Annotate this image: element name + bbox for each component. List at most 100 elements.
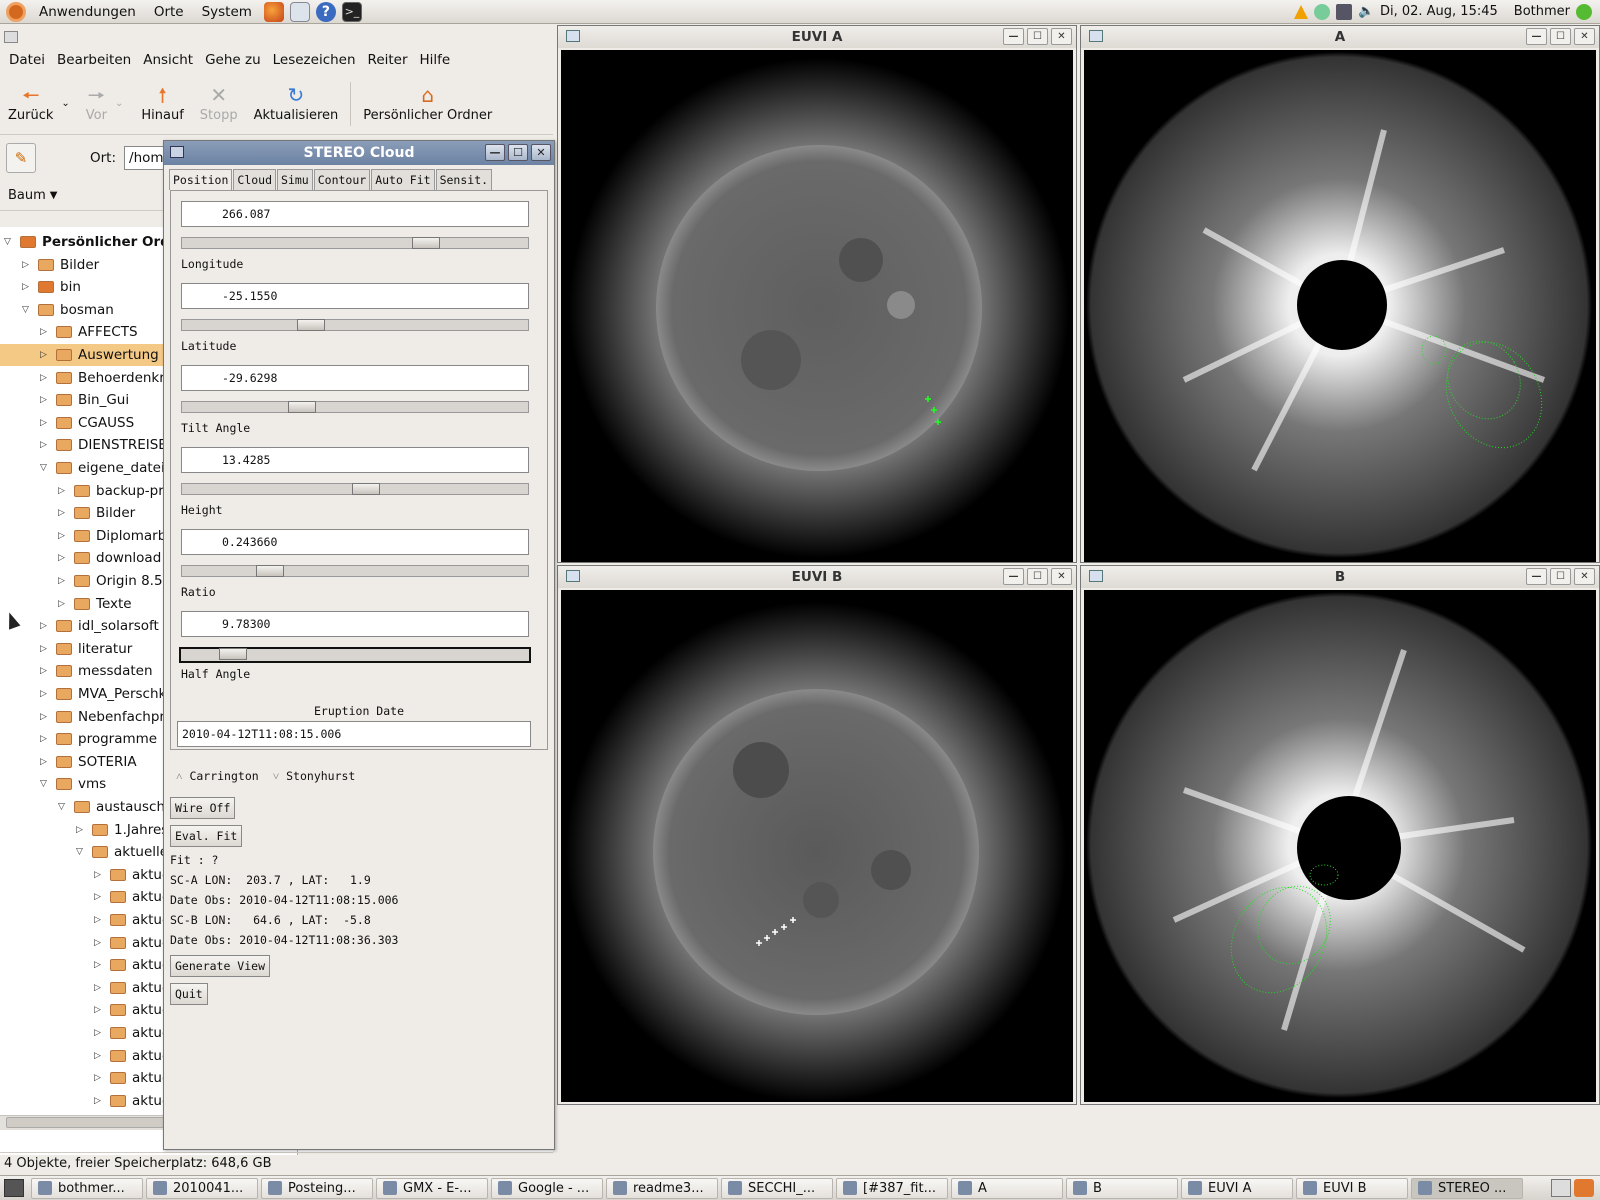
collapsed-triangle-icon[interactable]: ▷ (94, 1051, 104, 1061)
minimize-icon[interactable]: — (1003, 568, 1024, 585)
expanded-triangle-icon[interactable]: ▽ (76, 847, 86, 857)
close-icon[interactable]: ✕ (531, 144, 551, 161)
collapsed-triangle-icon[interactable]: ▷ (40, 734, 50, 744)
menu-system[interactable]: System (193, 0, 261, 24)
clock[interactable]: Di, 02. Aug, 15:45 (1380, 4, 1498, 19)
longitude-input[interactable]: 266.087 (181, 201, 529, 227)
slider-handle[interactable] (287, 401, 316, 413)
window-icon[interactable] (1089, 570, 1103, 582)
edit-location-icon[interactable]: ✎ (6, 143, 36, 173)
stop-button[interactable]: ✕ Stopp (192, 74, 246, 134)
radio-carrington[interactable]: ˄ Carrington (176, 769, 259, 783)
collapsed-triangle-icon[interactable]: ▷ (94, 1073, 104, 1083)
menu-anwendungen[interactable]: Anwendungen (30, 0, 145, 24)
radio-stonyhurst[interactable]: ˅ Stonyhurst (273, 769, 356, 783)
latitude-slider[interactable] (181, 319, 529, 331)
taskbar-button[interactable]: bothmer... (31, 1177, 143, 1199)
collapsed-triangle-icon[interactable]: ▷ (22, 260, 32, 270)
eval-fit-button[interactable]: Eval. Fit (170, 825, 243, 847)
firefox-icon[interactable] (263, 1, 284, 22)
collapsed-triangle-icon[interactable]: ▷ (40, 327, 50, 337)
back-button[interactable]: 🠔 Zurück (0, 74, 61, 134)
window-icon[interactable] (566, 570, 580, 582)
tab-simu[interactable]: Simu (277, 169, 313, 190)
expanded-triangle-icon[interactable]: ▽ (4, 237, 14, 247)
collapsed-triangle-icon[interactable]: ▷ (22, 282, 32, 292)
window-menu-icon[interactable] (4, 31, 18, 43)
menu-ansicht[interactable]: Ansicht (138, 52, 198, 68)
forward-button[interactable]: 🠖 Vor (78, 74, 115, 134)
close-icon[interactable]: ✕ (1574, 28, 1595, 45)
collapsed-triangle-icon[interactable]: ▷ (94, 915, 104, 925)
collapsed-triangle-icon[interactable]: ▷ (76, 825, 86, 835)
height-slider[interactable] (181, 483, 529, 495)
collapsed-triangle-icon[interactable]: ▷ (94, 1005, 104, 1015)
taskbar-button[interactable]: Posteing... (261, 1177, 373, 1199)
collapsed-triangle-icon[interactable]: ▷ (94, 960, 104, 970)
quit-button[interactable]: Quit (170, 983, 208, 1005)
height-input[interactable]: 13.4285 (181, 447, 529, 473)
collapsed-triangle-icon[interactable]: ▷ (40, 418, 50, 428)
close-icon[interactable]: ✕ (1051, 28, 1072, 45)
collapsed-triangle-icon[interactable]: ▷ (58, 576, 68, 586)
maximize-icon[interactable]: ☐ (1550, 568, 1571, 585)
slider-handle[interactable] (255, 565, 284, 577)
reload-button[interactable]: ↻ Aktualisieren (246, 74, 347, 134)
ratio-slider[interactable] (181, 565, 529, 577)
up-button[interactable]: 🠕 Hinauf (133, 74, 191, 134)
warning-icon[interactable] (1293, 4, 1308, 19)
window-icon[interactable] (566, 30, 580, 42)
minimize-icon[interactable]: — (1526, 28, 1547, 45)
tab-sensit[interactable]: Sensit. (435, 169, 493, 190)
menu-gehe-zu[interactable]: Gehe zu (200, 52, 266, 68)
home-button[interactable]: ⌂ Persönlicher Ordner (355, 74, 500, 134)
back-history-chevron-icon[interactable]: ⌄ (61, 98, 69, 109)
tilt-angle-slider[interactable] (181, 401, 529, 413)
taskbar-button[interactable]: A (951, 1177, 1063, 1199)
forward-history-chevron-icon[interactable]: ⌄ (115, 98, 123, 109)
cor2-a-image[interactable] (1084, 50, 1596, 562)
taskbar-button[interactable]: EUVI B (1296, 1177, 1408, 1199)
user-name[interactable]: Bothmer (1514, 4, 1570, 19)
expanded-triangle-icon[interactable]: ▽ (40, 779, 50, 789)
expanded-triangle-icon[interactable]: ▽ (22, 305, 32, 315)
sidebar-mode-select[interactable]: Baum ▼ (0, 181, 165, 211)
update-icon[interactable] (1313, 3, 1330, 20)
taskbar-button[interactable]: Google - ... (491, 1177, 603, 1199)
tab-contour[interactable]: Contour (313, 169, 371, 190)
maximize-icon[interactable]: ☐ (1550, 28, 1571, 45)
collapsed-triangle-icon[interactable]: ▷ (94, 983, 104, 993)
collapsed-triangle-icon[interactable]: ▷ (58, 508, 68, 518)
collapsed-triangle-icon[interactable]: ▷ (40, 395, 50, 405)
euvi-a-image[interactable] (561, 50, 1073, 562)
minimize-icon[interactable]: — (1526, 568, 1547, 585)
collapsed-triangle-icon[interactable]: ▷ (94, 892, 104, 902)
window-icon[interactable] (170, 146, 184, 158)
collapsed-triangle-icon[interactable]: ▷ (58, 486, 68, 496)
scroll-thumb[interactable] (6, 1117, 176, 1128)
show-desktop-icon[interactable] (4, 1179, 24, 1197)
slider-handle[interactable] (219, 648, 248, 660)
collapsed-triangle-icon[interactable]: ▷ (40, 350, 50, 360)
cor2-b-image[interactable] (1084, 590, 1596, 1102)
menu-orte[interactable]: Orte (145, 0, 193, 24)
collapsed-triangle-icon[interactable]: ▷ (40, 440, 50, 450)
collapsed-triangle-icon[interactable]: ▷ (58, 553, 68, 563)
taskbar-button[interactable]: B (1066, 1177, 1178, 1199)
expanded-triangle-icon[interactable]: ▽ (40, 463, 50, 473)
collapsed-triangle-icon[interactable]: ▷ (94, 1028, 104, 1038)
collapsed-triangle-icon[interactable]: ▷ (40, 689, 50, 699)
collapsed-triangle-icon[interactable]: ▷ (40, 621, 50, 631)
expanded-triangle-icon[interactable]: ▽ (58, 802, 68, 812)
terminal-icon[interactable]: >_ (341, 1, 362, 22)
volume-icon[interactable]: 🔈 (1358, 4, 1374, 20)
half-angle-input[interactable]: 9.78300 (181, 611, 529, 637)
help-icon[interactable]: ? (315, 1, 336, 22)
slider-handle[interactable] (297, 319, 326, 331)
menu-lesezeichen[interactable]: Lesezeichen (268, 52, 361, 68)
minimize-icon[interactable]: — (1003, 28, 1024, 45)
maximize-icon[interactable]: ☐ (1027, 568, 1048, 585)
close-icon[interactable]: ✕ (1051, 568, 1072, 585)
workspace-switcher-icon[interactable] (1551, 1179, 1571, 1197)
generate-view-button[interactable]: Generate View (170, 955, 271, 977)
